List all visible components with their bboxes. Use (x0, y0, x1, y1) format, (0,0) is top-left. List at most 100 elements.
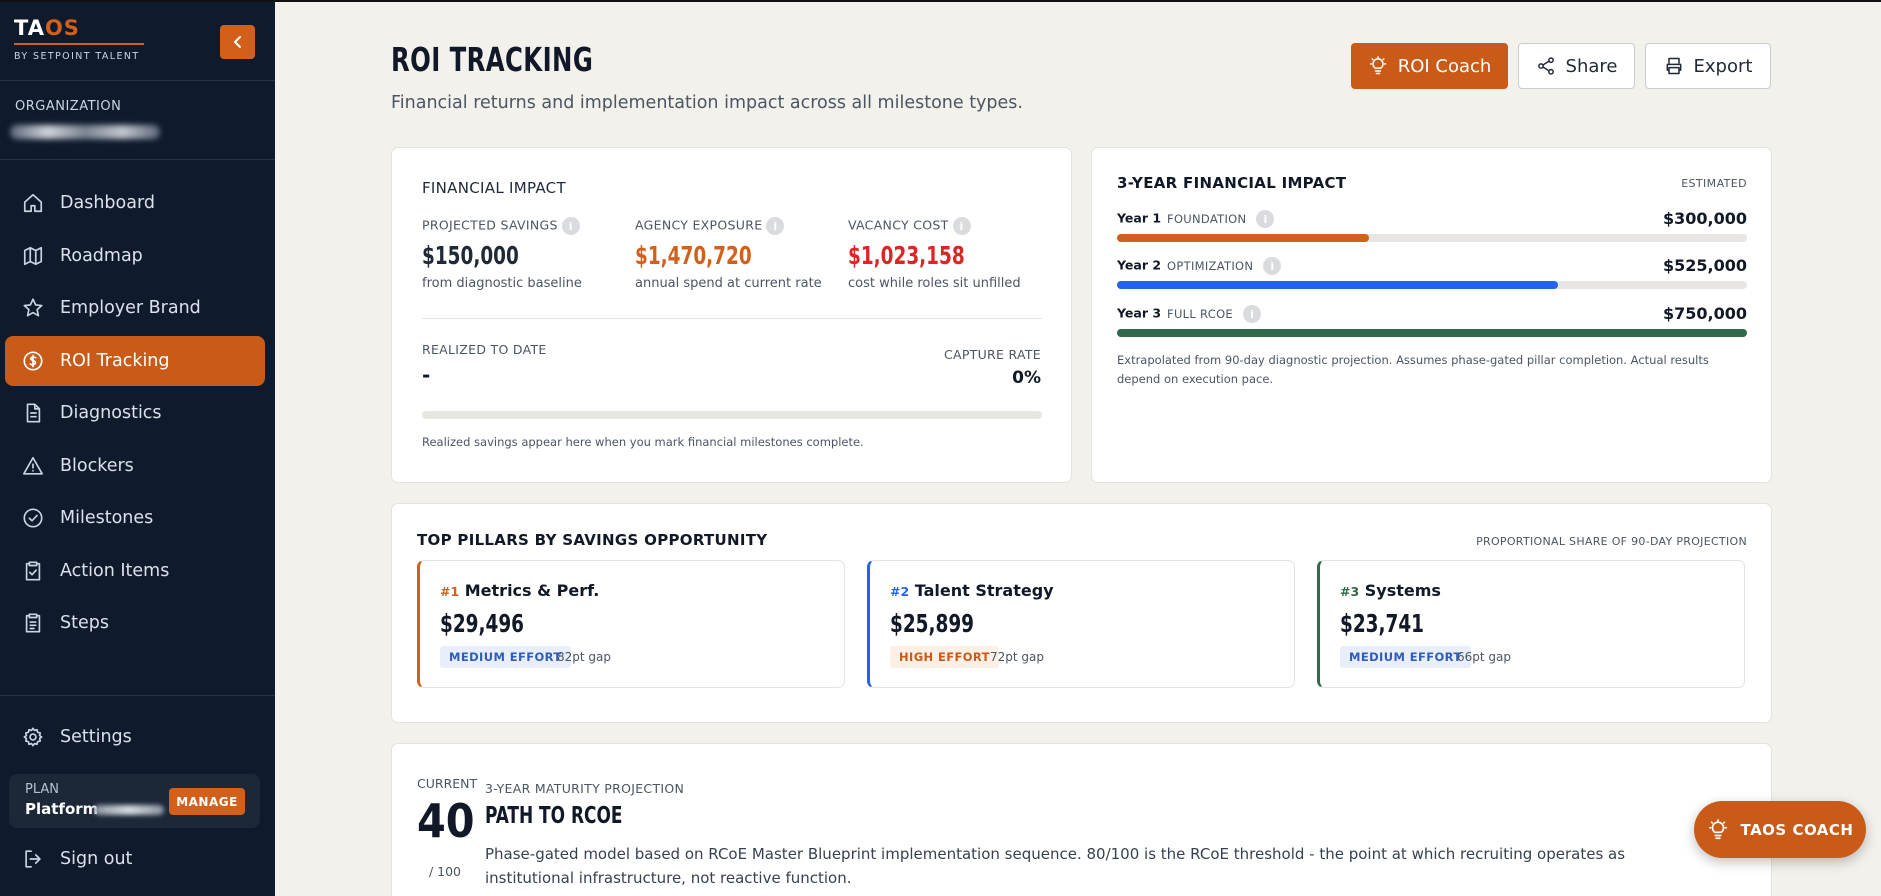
pillar-name: #2 Talent Strategy (890, 581, 1054, 600)
logo[interactable]: TAOS BY SETPOINT TALENT (14, 16, 144, 62)
share-label: Share (1565, 55, 1618, 77)
sidebar-item-diagnostics[interactable]: Diagnostics (5, 388, 265, 438)
year-3-bar-fill (1117, 329, 1747, 337)
pillar-card-1[interactable]: #1 Metrics & Perf. $29,496 MEDIUM EFFORT… (417, 560, 845, 688)
year-2-bar (1117, 281, 1747, 289)
year-name: Year 2 (1117, 257, 1162, 273)
proportional-share-tag: PROPORTIONAL SHARE OF 90-DAY PROJECTION (1476, 535, 1747, 548)
vacancy-cost-stat: VACANCY COST i $1,023,158 cost while role… (848, 217, 1021, 291)
year-1-bar (1117, 234, 1747, 242)
pillar-rank: #2 (890, 584, 910, 599)
info-icon[interactable]: i (952, 217, 971, 235)
three-year-footnote: Extrapolated from 90-day diagnostic proj… (1117, 353, 1709, 386)
info-icon[interactable]: i (561, 217, 580, 235)
agency-exposure-stat: AGENCY EXPOSURE i $1,470,720 annual spend… (635, 217, 822, 291)
stat-note: from diagnostic baseline (422, 276, 582, 291)
year-1-bar-fill (1117, 234, 1369, 242)
top-pillars-title: TOP PILLARS BY SAVINGS OPPORTUNITY (417, 531, 768, 549)
manage-plan-button[interactable]: MANAGE (169, 788, 245, 815)
three-year-impact-card: 3-YEAR FINANCIAL IMPACT ESTIMATED Year 1… (1091, 147, 1772, 483)
year-3-bar (1117, 329, 1747, 337)
sidebar-item-label: Blockers (60, 455, 134, 476)
sidebar-item-roi-tracking[interactable]: ROI Tracking (5, 335, 265, 386)
taos-coach-button[interactable]: TAOS COACH (1694, 801, 1866, 858)
home-icon (23, 193, 43, 213)
page-subtitle: Financial returns and implementation imp… (391, 93, 1023, 113)
map-icon (23, 246, 43, 265)
printer-icon (1666, 57, 1681, 75)
clipboard-list-icon (25, 613, 41, 633)
pillar-name-text: Systems (1364, 581, 1441, 600)
document-icon (26, 403, 41, 423)
taos-coach-label: TAOS COACH (1740, 820, 1854, 839)
sidebar-item-dashboard[interactable]: Dashboard (5, 178, 265, 228)
export-button[interactable]: Export (1645, 43, 1771, 89)
pillar-name-text: Metrics & Perf. (464, 581, 600, 600)
sidebar-item-label: Milestones (60, 508, 154, 528)
sidebar-item-label: Employer Brand (60, 298, 201, 318)
info-icon[interactable]: i (1243, 305, 1261, 323)
sidebar-item-settings[interactable]: Settings (5, 712, 265, 762)
pillar-value: $29,496 (440, 609, 525, 638)
share-icon (1537, 57, 1554, 75)
sidebar-item-roadmap[interactable]: Roadmap (5, 231, 265, 281)
sign-out-icon (25, 850, 41, 868)
current-label: CURRENT (417, 776, 478, 791)
three-year-title: 3-YEAR FINANCIAL IMPACT (1117, 174, 1347, 192)
capture-rate-label: CAPTURE RATE (943, 347, 1041, 362)
score-out-of: / 100 (428, 864, 462, 879)
collapse-sidebar-button[interactable] (220, 25, 255, 59)
realized-label: REALIZED TO DATE (422, 342, 547, 357)
roi-coach-button[interactable]: ROI Coach (1351, 43, 1508, 89)
main-content: ROI TRACKING Financial returns and imple… (275, 0, 1881, 896)
lightbulb-icon (1369, 56, 1386, 75)
share-button[interactable]: Share (1518, 43, 1635, 89)
realized-footnote: Realized savings appear here when you ma… (422, 435, 864, 449)
info-icon[interactable]: i (766, 217, 785, 235)
year-phase: FOUNDATION (1167, 211, 1247, 226)
stat-note: annual spend at current rate (635, 276, 822, 291)
pillar-name: #3 Systems (1340, 581, 1441, 600)
lightbulb-icon (1708, 818, 1727, 839)
stat-value: $1,023,158 (848, 241, 965, 270)
logo-text-os: OS (44, 16, 80, 40)
sidebar-nav: Dashboard Roadmap Employer Brand ROI Tra… (5, 178, 265, 651)
sidebar-item-action-items[interactable]: Action Items (5, 546, 265, 596)
pillar-card-2[interactable]: #2 Talent Strategy $25,899 HIGH EFFORT 7… (867, 560, 1295, 688)
plan-label: PLAN (25, 782, 59, 797)
sidebar-item-milestones[interactable]: Milestones (5, 493, 265, 543)
year-1-value: $300,000 (1662, 209, 1747, 228)
year-name: Year 3 (1117, 305, 1162, 321)
plan-name-redacted (94, 805, 164, 815)
roi-coach-label: ROI Coach (1397, 55, 1492, 77)
maturity-description: Phase-gated model based on RCoE Master B… (485, 845, 1626, 887)
pillar-card-3[interactable]: #3 Systems $23,741 MEDIUM EFFORT 66pt ga… (1317, 560, 1745, 688)
pillar-name: #1 Metrics & Perf. (440, 581, 599, 600)
sidebar-item-label: Action Items (60, 560, 170, 581)
sidebar-item-label: Diagnostics (60, 403, 162, 423)
effort-badge: HIGH EFFORT (890, 646, 999, 668)
divider (422, 318, 1042, 319)
info-icon[interactable]: i (1263, 257, 1282, 275)
sidebar-item-label: ROI Tracking (60, 350, 170, 371)
year-name: Year 1 (1117, 210, 1162, 226)
sidebar-item-blockers[interactable]: Blockers (5, 441, 265, 491)
sidebar-item-label: Settings (60, 727, 132, 747)
effort-badge: MEDIUM EFFORT (1340, 646, 1471, 668)
sidebar-item-employer-brand[interactable]: Employer Brand (5, 283, 265, 333)
chevron-left-icon (233, 36, 241, 48)
realized-value: - (422, 363, 431, 387)
year-2-value: $525,000 (1662, 256, 1747, 275)
info-icon[interactable]: i (1256, 210, 1275, 228)
sidebar-item-steps[interactable]: Steps (5, 598, 265, 648)
stat-label: VACANCY COST (848, 217, 949, 233)
pillar-gap: 66pt gap (1457, 650, 1511, 664)
star-icon (23, 298, 43, 317)
year-3-label: Year 3 FULL RCOE i (1117, 305, 1261, 323)
stat-label: PROJECTED SAVINGS (422, 217, 558, 233)
stat-value: $150,000 (422, 241, 519, 270)
sign-out-button[interactable]: Sign out (5, 834, 265, 884)
check-circle-icon (23, 508, 43, 528)
gear-icon (23, 727, 43, 747)
financial-impact-title: FINANCIAL IMPACT (422, 179, 566, 197)
